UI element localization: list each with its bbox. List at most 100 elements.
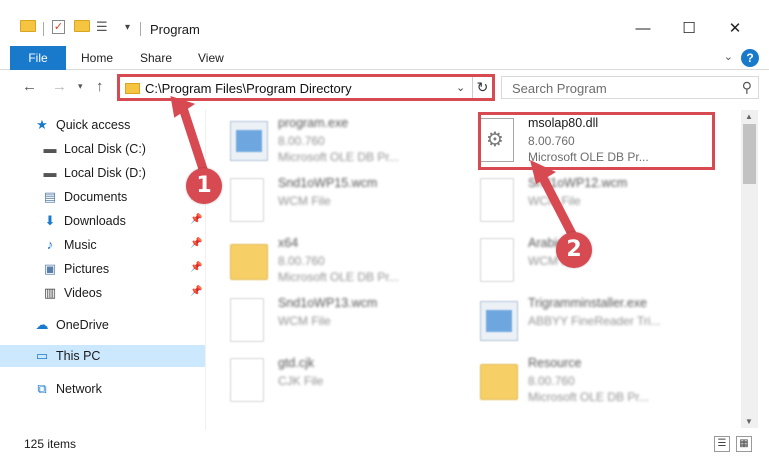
file-type: CJK File xyxy=(278,374,324,388)
sidebar-item-local-disk-c[interactable]: ▬ Local Disk (C:) xyxy=(0,138,205,160)
scroll-up-icon[interactable]: ▲ xyxy=(745,112,753,121)
file-version: 8.00.760 xyxy=(528,374,575,388)
sidebar-item-downloads[interactable]: ⬇ Downloads 📌 xyxy=(0,210,205,232)
search-placeholder: Search Program xyxy=(512,81,607,96)
pin-icon[interactable]: 📌 xyxy=(190,262,202,273)
list-item[interactable]: gtd.cjk CJK File xyxy=(210,354,450,410)
file-name: gtd.cjk xyxy=(278,356,315,370)
address-bar[interactable]: C:\Program Files\Program Directory ⌄ ↻ xyxy=(117,74,495,101)
sidebar-item-label: Videos xyxy=(64,286,102,300)
document-icon xyxy=(480,238,518,284)
tab-view[interactable]: View xyxy=(198,46,224,70)
ribbon: File Home Share View ⌄ ? xyxy=(0,46,769,70)
scrollbar-thumb[interactable] xyxy=(743,124,756,184)
sidebar-item-quick-access[interactable]: ★ Quick access xyxy=(0,114,205,136)
pictures-icon: ▣ xyxy=(43,261,57,276)
star-icon: ★ xyxy=(36,117,48,132)
chevron-down-icon[interactable]: ⌄ xyxy=(724,50,733,63)
scroll-down-icon[interactable]: ▼ xyxy=(745,417,753,426)
properties-check-icon[interactable]: ✓ xyxy=(52,20,65,34)
step-2-callout: 2 xyxy=(556,232,592,268)
sidebar-item-documents[interactable]: ▤ Documents 📌 xyxy=(0,186,205,208)
file-name: Snd1oWP12.wcm xyxy=(528,176,628,190)
pin-icon[interactable]: 📌 xyxy=(190,238,202,249)
list-item[interactable]: x64 8.00.760 Microsoft OLE DB Pr... xyxy=(210,234,450,290)
sidebar-item-label: Quick access xyxy=(56,118,131,132)
details-view-icon[interactable]: ☰ xyxy=(714,436,730,452)
file-description: Microsoft OLE DB Pr... xyxy=(528,390,649,404)
title-bar: ✓ ☰ ▾ Program — ☐ ✕ xyxy=(0,0,769,40)
vertical-scrollbar[interactable]: ▲ ▼ xyxy=(741,110,758,428)
pin-icon[interactable]: 📌 xyxy=(190,214,202,225)
help-icon[interactable]: ? xyxy=(741,49,759,67)
sidebar-item-videos[interactable]: ▥ Videos 📌 xyxy=(0,282,205,304)
document-icon xyxy=(230,298,268,344)
toolbar-separator xyxy=(140,22,141,36)
file-description: Microsoft OLE DB Pr... xyxy=(278,270,399,284)
sidebar-item-label: Documents xyxy=(64,190,128,204)
tab-file[interactable]: File xyxy=(10,46,66,70)
sidebar-item-pictures[interactable]: ▣ Pictures 📌 xyxy=(0,258,205,280)
sidebar-item-onedrive[interactable]: ☁ OneDrive xyxy=(0,314,205,336)
videos-icon: ▥ xyxy=(43,285,57,300)
file-type: WCM File xyxy=(278,194,331,208)
pin-icon[interactable]: 📌 xyxy=(190,286,202,297)
search-input[interactable]: Search Program ⚲ xyxy=(501,76,759,99)
file-name: Snd1oWP15.wcm xyxy=(278,176,378,190)
chevron-down-icon[interactable]: ⌄ xyxy=(456,81,465,94)
up-arrow-icon[interactable]: ↑ xyxy=(96,78,104,95)
step-1-callout: 1 xyxy=(186,168,222,204)
file-name: Trigramminstaller.exe xyxy=(528,296,648,310)
list-item[interactable]: Snd1oWP15.wcm WCM File xyxy=(210,174,450,230)
back-arrow-icon[interactable]: ← xyxy=(22,78,37,95)
list-item[interactable]: Snd1oWP13.wcm WCM File xyxy=(210,294,450,350)
new-folder-icon[interactable] xyxy=(74,20,90,32)
file-name: Resource xyxy=(528,356,582,370)
file-name: program.exe xyxy=(278,116,349,130)
maximize-button[interactable]: ☐ xyxy=(666,18,712,40)
sidebar-item-label: Downloads xyxy=(64,214,126,228)
refresh-button[interactable]: ↻ xyxy=(472,77,492,98)
sidebar-item-music[interactable]: ♪ Music 📌 xyxy=(0,234,205,256)
document-icon xyxy=(230,358,268,404)
forward-arrow-icon[interactable]: → xyxy=(52,78,67,95)
document-icon xyxy=(230,178,268,224)
chevron-down-icon[interactable]: ▾ xyxy=(125,22,130,33)
folder-icon[interactable] xyxy=(20,20,36,32)
sidebar-item-label: Network xyxy=(56,382,102,396)
exe-icon xyxy=(230,118,268,164)
file-description: Microsoft OLE DB Pr... xyxy=(278,150,399,164)
sidebar-divider xyxy=(205,110,206,430)
list-item[interactable]: Trigramminstaller.exe ABBYY FineReader T… xyxy=(460,294,700,350)
item-count: 125 items xyxy=(24,437,77,451)
window-title: Program xyxy=(150,22,200,37)
music-icon: ♪ xyxy=(46,237,54,252)
tab-share[interactable]: Share xyxy=(140,46,172,70)
network-icon: ⧉ xyxy=(37,381,47,396)
list-item[interactable]: program.exe 8.00.760 Microsoft OLE DB Pr… xyxy=(210,114,450,170)
chevron-down-icon[interactable]: ▾ xyxy=(78,81,83,92)
close-button[interactable]: ✕ xyxy=(712,18,758,40)
file-type: WCM File xyxy=(278,314,331,328)
address-path[interactable]: C:\Program Files\Program Directory xyxy=(145,81,352,96)
documents-icon: ▤ xyxy=(43,189,57,204)
folder-icon xyxy=(480,358,518,404)
exe-icon xyxy=(480,298,518,344)
sidebar-item-label: Local Disk (C:) xyxy=(64,142,146,156)
tab-home[interactable]: Home xyxy=(81,46,113,70)
file-name: x64 xyxy=(278,236,299,250)
cloud-icon: ☁ xyxy=(35,317,49,332)
minimize-button[interactable]: — xyxy=(620,18,666,40)
large-icons-view-icon[interactable]: ▦ xyxy=(736,436,752,452)
sidebar-item-this-pc[interactable]: ▭ This PC xyxy=(0,345,205,367)
drive-icon: ▬ xyxy=(43,141,57,156)
sidebar-item-local-disk-d[interactable]: ▬ Local Disk (D:) xyxy=(0,162,205,184)
file-version: 8.00.760 xyxy=(278,134,325,148)
list-item[interactable]: Snd1oWP12.wcm WCM File xyxy=(460,174,700,230)
sidebar-item-network[interactable]: ⧉ Network xyxy=(0,378,205,400)
file-type: WCM File xyxy=(528,194,581,208)
search-icon: ⚲ xyxy=(741,79,752,95)
list-item[interactable]: Resource 8.00.760 Microsoft OLE DB Pr... xyxy=(460,354,700,410)
customize-toolbar-icon[interactable]: ☰ xyxy=(96,20,112,33)
sidebar-item-label: Pictures xyxy=(64,262,110,276)
